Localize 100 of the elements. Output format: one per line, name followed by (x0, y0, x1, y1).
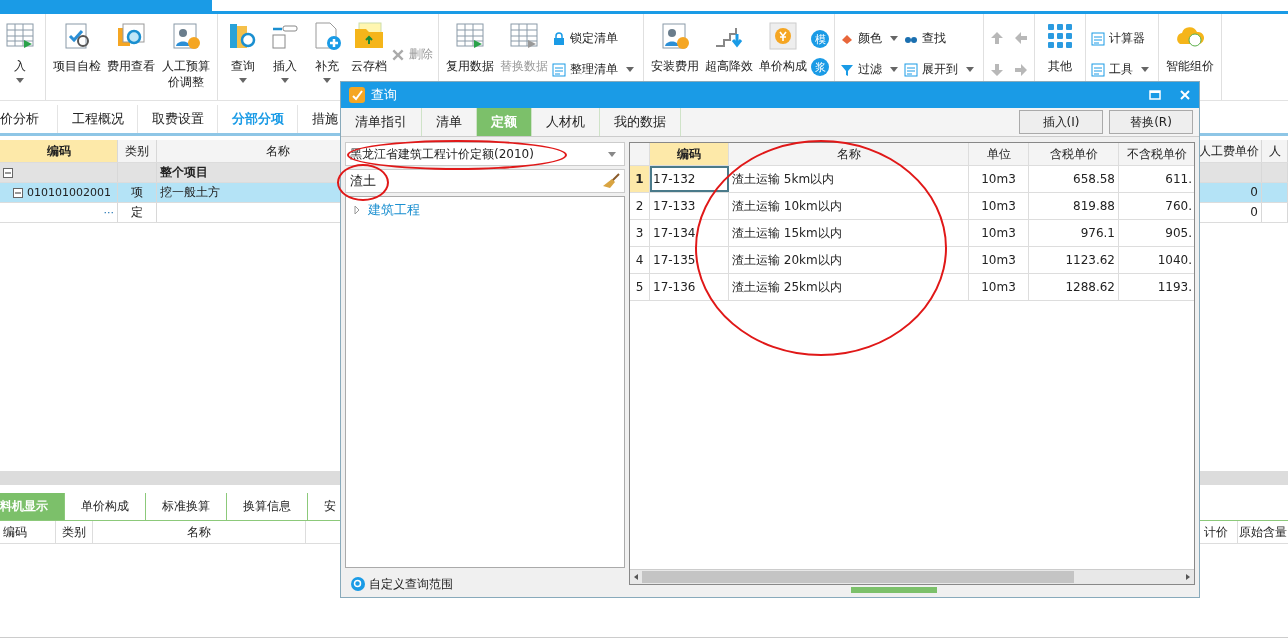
tree-item[interactable]: 建筑工程 (354, 201, 616, 219)
column-header: 编码 (650, 143, 729, 165)
toolbar-button[interactable]: 查找 (904, 30, 979, 47)
table-cell: 10m3 (969, 274, 1029, 300)
column-header: 人 (1262, 140, 1288, 162)
toolbar-button[interactable]: 整理清单 (552, 61, 639, 78)
toolbar-button[interactable]: 展开到 (904, 61, 979, 78)
table-cell: 1040. (1119, 247, 1194, 273)
caret-icon (966, 67, 975, 72)
filter-icon (840, 62, 855, 77)
code-text: 010101002001 (27, 185, 111, 200)
arrow-icon[interactable] (1013, 62, 1030, 78)
search-field[interactable]: 渣土 (345, 169, 625, 193)
table-cell: 10m3 (969, 220, 1029, 246)
toolbar-button[interactable]: 计算器 (1091, 30, 1154, 47)
column-header: 单位 (969, 143, 1029, 165)
toolbar-button[interactable]: 锁定清单 (552, 30, 639, 47)
caret-icon (239, 78, 248, 83)
toolbar-button[interactable]: 单价构成 (757, 20, 810, 74)
scope-link[interactable]: 自定义查询范围 (345, 571, 625, 597)
toolbar-button[interactable]: 颜色 (840, 30, 903, 47)
arrow-icon[interactable] (989, 30, 1006, 46)
tab[interactable]: 单价构成 (65, 493, 146, 520)
toolbar-button[interactable]: 复用数据 (444, 20, 497, 74)
table-row[interactable]: 3 17-134 渣土运输 15km以内 10m3 976.1 905. (630, 220, 1194, 247)
table-cell: 17-136 (650, 274, 729, 300)
table-cell: 10m3 (969, 166, 1029, 192)
broom-icon[interactable] (602, 173, 620, 189)
maximize-icon[interactable] (1149, 89, 1161, 101)
library-dropdown[interactable]: 黑龙江省建筑工程计价定额(2010) (345, 142, 625, 166)
toolbar-button[interactable]: 云存档 (349, 20, 390, 74)
tab[interactable]: 工程概况 (58, 105, 138, 133)
action-button[interactable]: 替换(R) (1109, 110, 1193, 134)
table-cell: 1193. (1119, 274, 1194, 300)
arrow-icon[interactable] (989, 62, 1006, 78)
expand-icon[interactable] (354, 205, 360, 215)
column-header: 名称 (93, 521, 306, 543)
table-cell: 17-132 (650, 166, 729, 192)
column-header: 编码 (0, 521, 56, 543)
toolbar-button[interactable]: 入 (0, 20, 40, 87)
toolbar-button[interactable]: 安装费用 (649, 20, 702, 74)
coin-icon (767, 20, 800, 52)
lock-icon (552, 31, 567, 46)
toolbar-button[interactable]: 插入 (265, 20, 306, 87)
table-cell: 渣土运输 15km以内 (729, 220, 969, 246)
code-text: ··· (103, 205, 114, 220)
caret-icon (608, 151, 616, 157)
tab[interactable]: 人材机 (532, 108, 600, 136)
name-text: 挖一般土方 (160, 185, 220, 200)
toolbar-button[interactable]: 智能组价 (1164, 20, 1217, 74)
toolbar-button[interactable]: 补充 (307, 20, 348, 87)
toolbar-button[interactable]: 工具 (1091, 61, 1154, 78)
column-header: 名称 (729, 143, 969, 165)
name-text: 整个项目 (160, 165, 208, 180)
action-button[interactable]: 插入(I) (1019, 110, 1103, 134)
table-cell: 17-134 (650, 220, 729, 246)
labor-price-text: 0 (1250, 205, 1258, 220)
arrow-icon[interactable] (1013, 30, 1030, 46)
toolbar-button[interactable]: 人工预算价调整 (159, 20, 213, 90)
tab[interactable]: 标准换算 (146, 493, 227, 520)
tab[interactable]: 取费设置 (138, 105, 218, 133)
column-header: 类别 (118, 140, 157, 162)
tab[interactable]: 清单指引 (341, 108, 422, 136)
table-cell: 17-133 (650, 193, 729, 219)
type-text: 项 (131, 185, 143, 200)
collapse-icon[interactable] (3, 167, 13, 178)
row-number: 3 (630, 220, 650, 246)
caret-icon (890, 36, 899, 41)
dialog-title: 查询 (371, 86, 397, 104)
table-row[interactable]: 1 17-132 渣土运输 5km以内 10m3 658.58 611. (630, 166, 1194, 193)
collapse-icon[interactable] (13, 187, 23, 198)
splitter-handle[interactable] (851, 587, 937, 593)
tab[interactable]: 换算信息 (227, 493, 308, 520)
table-row[interactable]: 5 17-136 渣土运输 25km以内 10m3 1288.62 1193. (630, 274, 1194, 301)
table-row[interactable]: 4 17-135 渣土运输 20km以内 10m3 1123.62 1040. (630, 247, 1194, 274)
horizontal-scrollbar[interactable] (630, 569, 1194, 584)
table-row[interactable]: 2 17-133 渣土运输 10km以内 10m3 819.88 760. (630, 193, 1194, 220)
type-text: 定 (131, 205, 143, 220)
search-icon (351, 577, 365, 591)
table-cell: 905. (1119, 220, 1194, 246)
toolbar-button[interactable]: 费用查看 (105, 20, 157, 74)
toolbar-button[interactable]: 其他 (1040, 20, 1081, 74)
table-cell: 1288.62 (1029, 274, 1119, 300)
column-header: 类别 (56, 521, 93, 543)
column-header: 编码 (0, 140, 118, 162)
toolbar-button[interactable]: 查询 (223, 20, 264, 87)
close-icon[interactable] (1179, 89, 1191, 101)
column-header: 不含税单价 (1119, 143, 1194, 165)
toolbar-button[interactable]: 过滤 (840, 61, 903, 78)
app-icon (349, 87, 365, 103)
toolbar-button[interactable]: 超高降效 (703, 20, 756, 74)
table-cell: 渣土运输 5km以内 (729, 166, 969, 192)
tab[interactable]: 我的数据 (600, 108, 681, 136)
caret-icon (626, 67, 635, 72)
toolbar-button[interactable]: 项目自检 (51, 20, 103, 74)
row-number: 2 (630, 193, 650, 219)
tab[interactable]: 价分析 (0, 105, 58, 133)
tree-label[interactable]: 建筑工程 (368, 201, 420, 219)
caret-icon (323, 78, 332, 83)
table-cell: 10m3 (969, 247, 1029, 273)
